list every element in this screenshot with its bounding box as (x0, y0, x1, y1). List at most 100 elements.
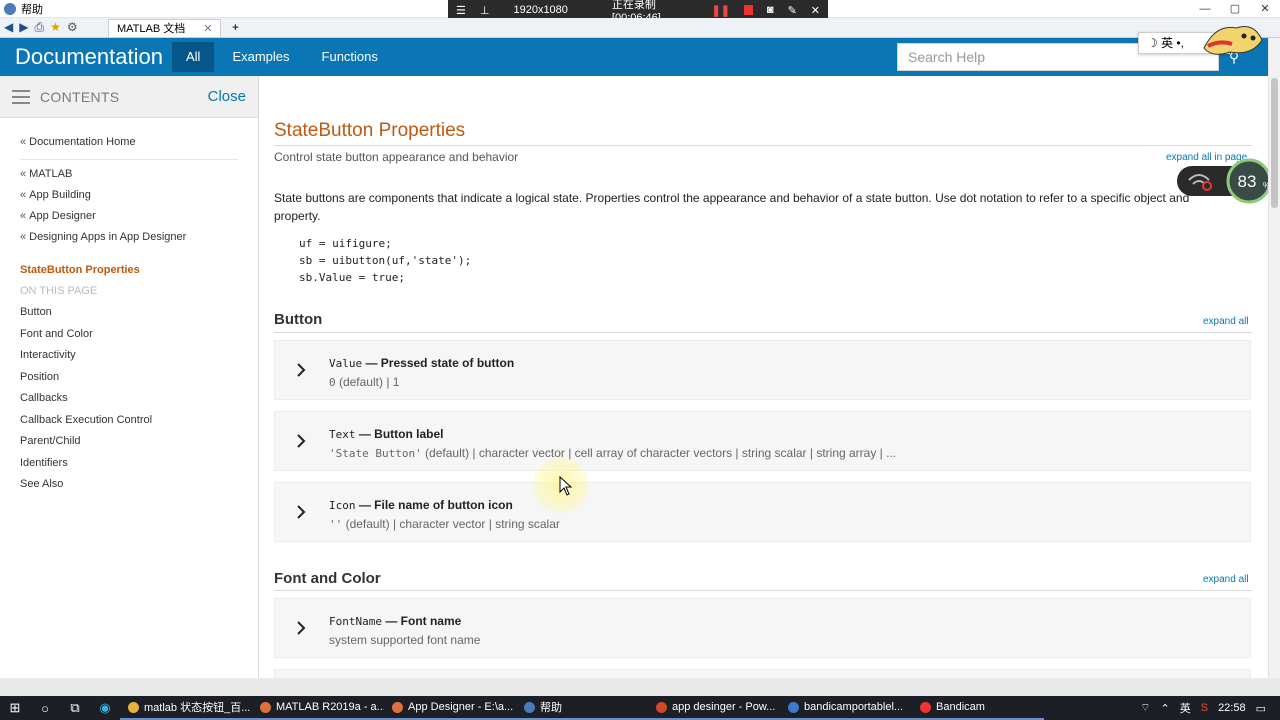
mascot-decoration (1203, 26, 1263, 55)
hamburger-icon[interactable] (12, 89, 30, 104)
windows-start-icon[interactable]: ⊞ (0, 700, 30, 716)
tab-all[interactable]: All (172, 42, 215, 72)
back-arrow-icon[interactable]: ◀ (4, 20, 13, 35)
page-description: State buttons are components that indica… (274, 191, 1190, 223)
property-next[interactable] (274, 669, 1251, 678)
toc-item-callback-execution-control[interactable]: Callback Execution Control (0, 410, 258, 432)
taskbar-item-matlab[interactable]: MATLAB R2019a - a... (252, 696, 384, 720)
close-sidebar-link[interactable]: Close (208, 88, 246, 105)
property-text[interactable]: Text — Button label 'State Button' (defa… (274, 411, 1251, 471)
sidebar-header: CONTENTS Close (0, 76, 258, 118)
maximize-button[interactable]: ▢ (1220, 0, 1250, 18)
chevron-right-icon[interactable] (295, 619, 307, 637)
page-title: StateButton Properties (274, 120, 466, 141)
chevron-right-icon[interactable] (295, 361, 307, 379)
wifi-icon[interactable]: ⌔ (1140, 701, 1150, 715)
sidebar: CONTENTS Close «Documentation Home «MATL… (0, 76, 259, 678)
clock[interactable]: 22:58 (1218, 702, 1246, 714)
property-heading: Text — Button label (329, 427, 444, 441)
breadcrumb-documentation-home[interactable]: «Documentation Home (0, 132, 258, 153)
property-fontname[interactable]: FontName — Font name system supported fo… (274, 598, 1251, 658)
system-tray: ⌔ ⌃ 英 S 22:58 ▭ (1140, 700, 1280, 716)
property-heading: Icon — File name of button icon (329, 498, 513, 512)
tab-examples[interactable]: Examples (218, 42, 303, 72)
task-view-icon[interactable]: ⧉ (60, 700, 90, 716)
taskbar-item-help[interactable]: 帮助 (516, 696, 648, 720)
close-window-button[interactable]: ✕ (1250, 0, 1280, 18)
section-divider (274, 590, 1252, 591)
close-icon[interactable]: ✕ (811, 4, 820, 17)
settings-gear-icon[interactable]: ⚙ (67, 20, 78, 35)
pencil-icon[interactable]: ✎ (788, 4, 797, 17)
property-heading: Value — Pressed state of button (329, 356, 515, 370)
property-values: 0 (default) | 1 (329, 375, 400, 389)
matlab-icon (392, 701, 403, 713)
breadcrumb-app-designer[interactable]: «App Designer (0, 206, 258, 227)
doc-header: Documentation All Examples Functions Sea… (0, 38, 1268, 76)
breadcrumb-designing-apps[interactable]: «Designing Apps in App Designer (0, 227, 258, 248)
code-line: sb.Value = true; (299, 271, 405, 284)
section-title-font-and-color: Font and Color (274, 570, 381, 587)
page-scrollbar[interactable] (1268, 38, 1280, 678)
toc-item-button[interactable]: Button (0, 302, 258, 324)
tab-close-icon[interactable]: ✕ (203, 22, 212, 35)
brand-title[interactable]: Documentation (0, 44, 172, 70)
scrollbar-thumb[interactable] (1271, 78, 1278, 208)
property-heading: FontName — Font name (329, 614, 462, 628)
toc-item-callbacks[interactable]: Callbacks (0, 388, 258, 410)
search-circle-icon[interactable]: ○ (30, 701, 60, 716)
network-speed-widget: 83 % (1177, 158, 1272, 204)
expand-all-font-section[interactable]: expand all (1203, 574, 1249, 585)
expand-all-button-section[interactable]: expand all (1203, 316, 1249, 327)
notification-icon[interactable]: ▭ (1256, 702, 1266, 715)
taskbar-item-bandicam[interactable]: Bandicam (912, 696, 1044, 720)
chevron-up-icon[interactable]: ⌃ (1161, 702, 1170, 715)
tab-matlab-docs[interactable]: MATLAB 文档 ✕ (108, 18, 222, 37)
toc-item-parent-child[interactable]: Parent/Child (0, 431, 258, 453)
pin-icon[interactable]: ⊥ (480, 4, 490, 17)
sogou-icon[interactable]: S (1201, 702, 1208, 714)
nav-buttons: ◀ ▶ ⎙ ★ ⚙ (0, 20, 100, 35)
input-language[interactable]: 英 (1180, 700, 1191, 716)
print-icon[interactable]: ⎙ (34, 20, 44, 35)
tab-label: MATLAB 文档 (117, 23, 186, 35)
edge-browser-icon[interactable]: ◉ (90, 700, 120, 716)
section-title-button: Button (274, 311, 323, 328)
toc-item-interactivity[interactable]: Interactivity (0, 345, 258, 367)
favorites-star-icon[interactable]: ★ (50, 20, 61, 35)
tab-functions[interactable]: Functions (308, 42, 392, 72)
chevron-right-icon[interactable] (295, 432, 307, 450)
battery-percent: 83 (1238, 172, 1257, 191)
toc-item-position[interactable]: Position (0, 367, 258, 389)
minimize-button[interactable]: — (1190, 0, 1220, 18)
taskbar-item-app-designer[interactable]: App Designer - E:\a... (384, 696, 516, 720)
browser-tabbar: ◀ ▶ ⎙ ★ ⚙ MATLAB 文档 ✕ + (0, 18, 1280, 38)
property-icon[interactable]: Icon — File name of button icon '' (defa… (274, 482, 1251, 542)
menu-icon[interactable]: ☰ (456, 4, 466, 17)
breadcrumb-matlab[interactable]: «MATLAB (0, 164, 258, 185)
toc-item-font-and-color[interactable]: Font and Color (0, 324, 258, 346)
property-value[interactable]: Value — Pressed state of button 0 (defau… (274, 340, 1251, 400)
recorder-toolbar: ☰ ⊥ 1920x1080 正在录制 [00:06:46] ❚❚ ◙ ✎ ✕ (448, 0, 828, 24)
pause-icon[interactable]: ❚❚ (712, 4, 730, 17)
taskbar-item-powerpoint[interactable]: app desinger - Pow... (648, 696, 780, 720)
new-tab-button[interactable]: + (225, 22, 245, 34)
taskbar-item-bandicam-folder[interactable]: bandicamportablel... (780, 696, 912, 720)
camera-icon[interactable]: ◙ (767, 4, 774, 16)
chevron-right-icon[interactable] (295, 503, 307, 521)
current-page-link[interactable]: StateButton Properties (0, 260, 258, 281)
code-example: uf = uifigure; sb = uibutton(uf,'state')… (299, 235, 471, 286)
contents-label: CONTENTS (40, 88, 120, 105)
forward-arrow-icon[interactable]: ▶ (19, 20, 28, 35)
window-controls: — ▢ ✕ (1190, 0, 1280, 18)
powerpoint-icon (656, 701, 667, 713)
toc-item-see-also[interactable]: See Also (0, 474, 258, 496)
title-divider (274, 145, 1252, 146)
stop-icon[interactable] (743, 5, 753, 15)
breadcrumb-app-building[interactable]: «App Building (0, 185, 258, 206)
status-strip (0, 678, 1280, 696)
taskbar-item-chrome[interactable]: matlab 状态按钮_百... (120, 696, 252, 720)
toc-item-identifiers[interactable]: Identifiers (0, 453, 258, 475)
property-values: '' (default) | character vector | string… (329, 517, 560, 531)
mouse-cursor-icon (559, 476, 573, 496)
